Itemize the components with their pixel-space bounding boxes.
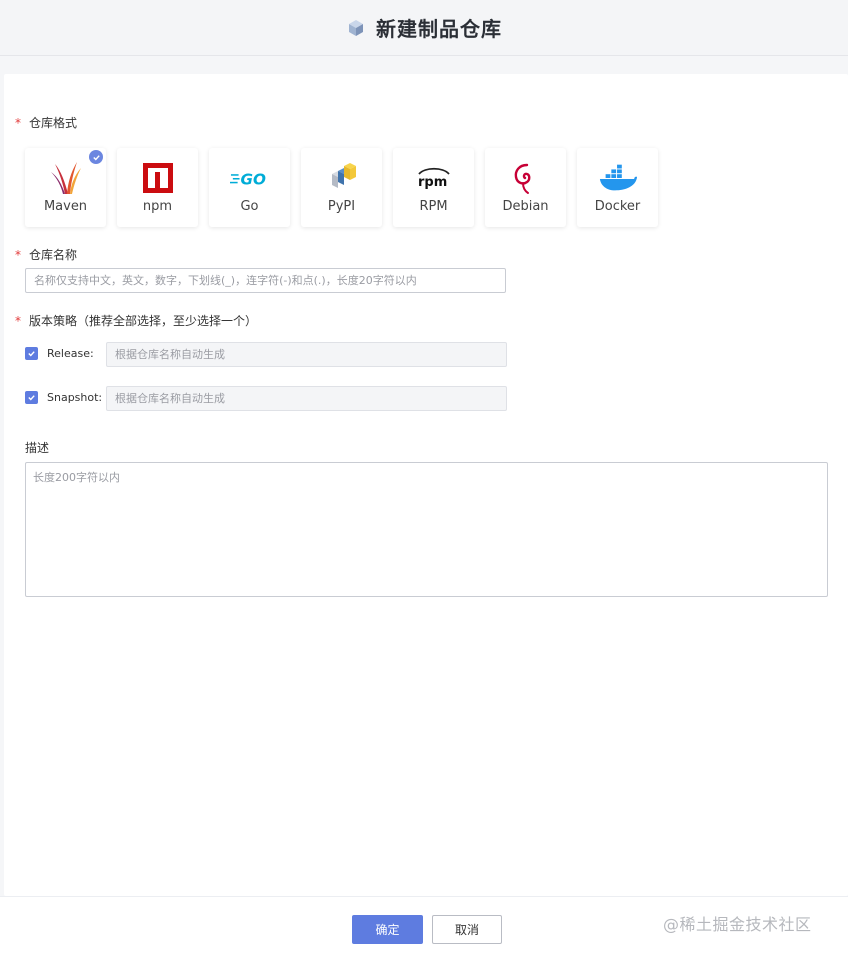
format-name: npm bbox=[142, 199, 173, 214]
cancel-button[interactable]: 取消 bbox=[432, 915, 502, 944]
watermark: @稀土掘金技术社区 bbox=[663, 915, 812, 934]
npm-icon bbox=[138, 161, 178, 195]
version-label-text: 版本策略（推荐全部选择，至少选择一个） bbox=[29, 314, 258, 328]
format-name: Debian bbox=[502, 199, 549, 214]
docker-icon bbox=[598, 161, 638, 195]
release-label: Release: bbox=[47, 347, 94, 360]
cube-icon bbox=[349, 19, 363, 36]
check-icon bbox=[89, 150, 103, 164]
snapshot-label: Snapshot: bbox=[47, 391, 103, 404]
version-label: * 版本策略（推荐全部选择，至少选择一个） bbox=[15, 312, 257, 329]
format-card-pypi[interactable]: PyPI bbox=[301, 148, 382, 227]
pypi-icon bbox=[322, 161, 362, 195]
required-mark: * bbox=[15, 115, 21, 130]
debian-icon bbox=[506, 161, 546, 195]
format-card-rpm[interactable]: rpm RPM bbox=[393, 148, 474, 227]
format-label: * 仓库格式 bbox=[15, 114, 77, 131]
required-mark: * bbox=[15, 313, 21, 328]
format-card-go[interactable]: GO Go bbox=[209, 148, 290, 227]
format-card-debian[interactable]: Debian bbox=[485, 148, 566, 227]
release-checkbox[interactable] bbox=[25, 347, 38, 360]
maven-icon bbox=[46, 161, 86, 195]
format-card-maven[interactable]: Maven bbox=[25, 148, 106, 227]
format-card-docker[interactable]: Docker bbox=[577, 148, 658, 227]
rpm-icon: rpm bbox=[414, 161, 454, 195]
format-options: Maven npm GO Go PyPI rpm RPM Debian Dock… bbox=[25, 148, 658, 227]
format-name: Maven bbox=[43, 199, 88, 214]
snapshot-checkbox[interactable] bbox=[25, 391, 38, 404]
svg-text:GO: GO bbox=[240, 171, 265, 188]
release-input[interactable] bbox=[106, 342, 507, 367]
page-header: 新建制品仓库 bbox=[0, 0, 848, 56]
format-name: RPM bbox=[419, 199, 448, 214]
snapshot-input[interactable] bbox=[106, 386, 507, 411]
desc-label: 描述 bbox=[25, 441, 50, 455]
snapshot-row: Snapshot: bbox=[25, 391, 102, 404]
format-name: Go bbox=[240, 199, 259, 214]
description-textarea[interactable] bbox=[25, 462, 828, 597]
format-label-text: 仓库格式 bbox=[29, 116, 78, 130]
format-name: PyPI bbox=[327, 199, 356, 214]
svg-text:rpm: rpm bbox=[418, 175, 447, 190]
format-name: Docker bbox=[594, 199, 641, 214]
go-icon: GO bbox=[229, 161, 270, 195]
format-card-npm[interactable]: npm bbox=[117, 148, 198, 227]
confirm-button[interactable]: 确定 bbox=[352, 915, 423, 944]
footer-bar: 确定 取消 @稀土掘金技术社区 bbox=[0, 896, 848, 956]
repo-name-input[interactable] bbox=[25, 268, 506, 293]
name-label: * 仓库名称 bbox=[15, 246, 77, 263]
required-mark: * bbox=[15, 247, 21, 262]
header-title-wrap: 新建制品仓库 bbox=[346, 13, 502, 42]
page-title: 新建制品仓库 bbox=[376, 17, 502, 41]
release-row: Release: bbox=[25, 347, 94, 360]
name-label-text: 仓库名称 bbox=[29, 248, 78, 262]
